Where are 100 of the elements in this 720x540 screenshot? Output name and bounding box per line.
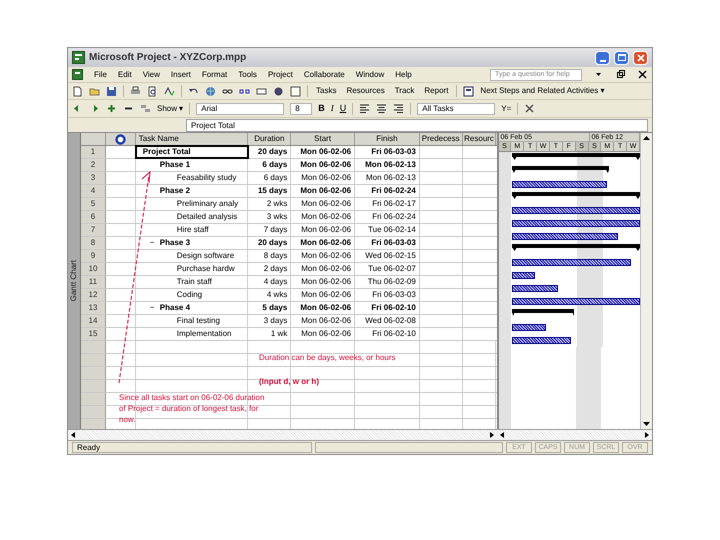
- duration-cell: 5 days: [248, 302, 292, 314]
- collapse-toggle[interactable]: −: [150, 237, 160, 249]
- new-file-icon[interactable]: [72, 86, 83, 96]
- task-name-cell[interactable]: Final testing: [136, 315, 248, 327]
- column-header[interactable]: Resourc: [462, 133, 496, 145]
- toolbar-button[interactable]: Resources: [344, 85, 387, 97]
- task-name-cell[interactable]: Preliminary analy: [136, 198, 248, 210]
- close-icon[interactable]: [637, 69, 648, 80]
- menu-item[interactable]: Edit: [118, 68, 132, 80]
- show-dropdown[interactable]: Show ▾: [157, 102, 184, 114]
- entry-field[interactable]: Project Total: [186, 118, 648, 132]
- start-cell: Mon 06-02-06: [291, 302, 356, 314]
- toolbar-button[interactable]: Report: [422, 85, 450, 97]
- bold-button[interactable]: B: [318, 102, 325, 116]
- print-preview-icon[interactable]: [147, 86, 158, 96]
- row-number: 1: [81, 146, 106, 158]
- document-icon: [72, 69, 83, 80]
- column-header[interactable]: Duration: [248, 133, 292, 145]
- maximize-button[interactable]: [614, 50, 629, 64]
- toolbar-button[interactable]: Track: [392, 85, 416, 97]
- task-name-cell[interactable]: Design software: [136, 250, 248, 262]
- task-name-cell[interactable]: Implementation: [136, 328, 248, 340]
- toolbar-button[interactable]: Tasks: [314, 85, 338, 97]
- task-name: Phase 3: [160, 237, 190, 249]
- duration-cell: 8 days: [248, 250, 292, 262]
- menu-item[interactable]: View: [142, 68, 160, 80]
- minimize-button[interactable]: [595, 50, 610, 64]
- task-name: Coding: [176, 289, 202, 301]
- duration-cell: 2 wks: [248, 198, 292, 210]
- task-name-cell[interactable]: Phase 1: [136, 159, 248, 171]
- row-number: 5: [81, 198, 106, 210]
- indicator-icon[interactable]: [114, 134, 126, 144]
- plus-icon[interactable]: [106, 103, 117, 114]
- task-name: Design software: [176, 250, 234, 262]
- duration-cell: 7 days: [248, 224, 292, 236]
- help-icon[interactable]: [290, 86, 301, 96]
- horizontal-scrollbar[interactable]: [68, 430, 497, 440]
- column-header[interactable]: Start: [291, 133, 355, 145]
- font-dropdown[interactable]: Arial: [196, 102, 284, 114]
- task-name-cell[interactable]: − Phase 4: [136, 302, 248, 314]
- column-header[interactable]: Task Name: [136, 133, 248, 145]
- guide-dropdown[interactable]: Next Steps and Related Activities ▾: [480, 85, 604, 97]
- column-header[interactable]: Finish: [355, 133, 420, 145]
- duration-cell: 1 wk: [248, 328, 292, 340]
- restore-icon[interactable]: [615, 69, 626, 80]
- start-cell: Mon 06-02-06: [291, 315, 356, 327]
- task-name: Phase 1: [160, 159, 190, 171]
- row-number: 7: [81, 224, 106, 236]
- task-name-cell[interactable]: − Phase 3: [136, 237, 248, 249]
- horizontal-scrollbar[interactable]: [496, 430, 652, 440]
- align-right-icon[interactable]: [393, 103, 404, 114]
- start-cell: Mon 06-02-06: [291, 185, 356, 197]
- task-name: Phase 4: [160, 302, 190, 314]
- collapse-toggle[interactable]: −: [150, 302, 160, 314]
- menu-item[interactable]: Window: [356, 68, 384, 80]
- align-left-icon[interactable]: [359, 103, 370, 114]
- vertical-scrollbar[interactable]: [640, 133, 652, 429]
- italic-button[interactable]: I: [330, 102, 334, 116]
- task-name-cell[interactable]: Coding: [136, 289, 248, 301]
- view-label: Gantt Chart: [68, 260, 79, 302]
- task-name-cell[interactable]: Hire staff: [136, 224, 248, 236]
- print-icon[interactable]: [130, 86, 141, 96]
- column-header[interactable]: Predecess: [420, 133, 463, 145]
- row-header: [81, 367, 106, 379]
- finish-cell: Thu 06-02-09: [355, 276, 420, 288]
- open-folder-icon[interactable]: [89, 86, 100, 96]
- task-name: Preliminary analy: [176, 198, 238, 210]
- row-number: 10: [81, 263, 106, 275]
- task-name-cell[interactable]: Phase 2: [136, 185, 248, 197]
- task-name-cell[interactable]: Train staff: [136, 276, 248, 288]
- align-center-icon[interactable]: [376, 103, 388, 114]
- guide-pane-icon[interactable]: [463, 86, 474, 96]
- filter-dropdown[interactable]: All Tasks: [417, 102, 496, 114]
- tools-icon[interactable]: [524, 103, 536, 114]
- spelling-icon[interactable]: [164, 86, 175, 96]
- task-name-cell[interactable]: Purchase hardw: [136, 263, 248, 275]
- start-cell: Mon 06-02-06: [291, 250, 356, 262]
- task-name-cell[interactable]: Detailed analysis: [136, 211, 248, 223]
- menu-item[interactable]: Collaborate: [304, 68, 345, 80]
- row-number: 12: [81, 289, 106, 301]
- finish-cell: Fri 06-02-10: [355, 328, 420, 340]
- autofilter-button[interactable]: Y=: [501, 102, 512, 114]
- font-size-dropdown[interactable]: 8: [290, 102, 312, 114]
- underline-button[interactable]: U: [340, 102, 346, 116]
- start-cell: Mon 06-02-06: [291, 211, 356, 223]
- menu-item[interactable]: Insert: [170, 68, 191, 80]
- menu-item[interactable]: Format: [202, 68, 228, 80]
- finish-cell: Fri 06-02-24: [355, 211, 420, 223]
- task-name-cell[interactable]: Feasability study: [136, 172, 248, 184]
- task-name-cell[interactable]: Project Total: [136, 146, 248, 158]
- menu-item[interactable]: Project: [268, 68, 293, 80]
- save-icon[interactable]: [106, 86, 117, 96]
- row-number: 2: [81, 159, 106, 171]
- menu-item[interactable]: Tools: [238, 68, 257, 80]
- menu-item[interactable]: File: [94, 68, 107, 80]
- menu-item[interactable]: Help: [395, 68, 412, 80]
- annotation-text: Duration can be days, weeks, or hours: [259, 352, 397, 363]
- task-name: Hire staff: [176, 224, 209, 236]
- globe-icon[interactable]: [205, 86, 216, 96]
- close-button[interactable]: [633, 50, 648, 64]
